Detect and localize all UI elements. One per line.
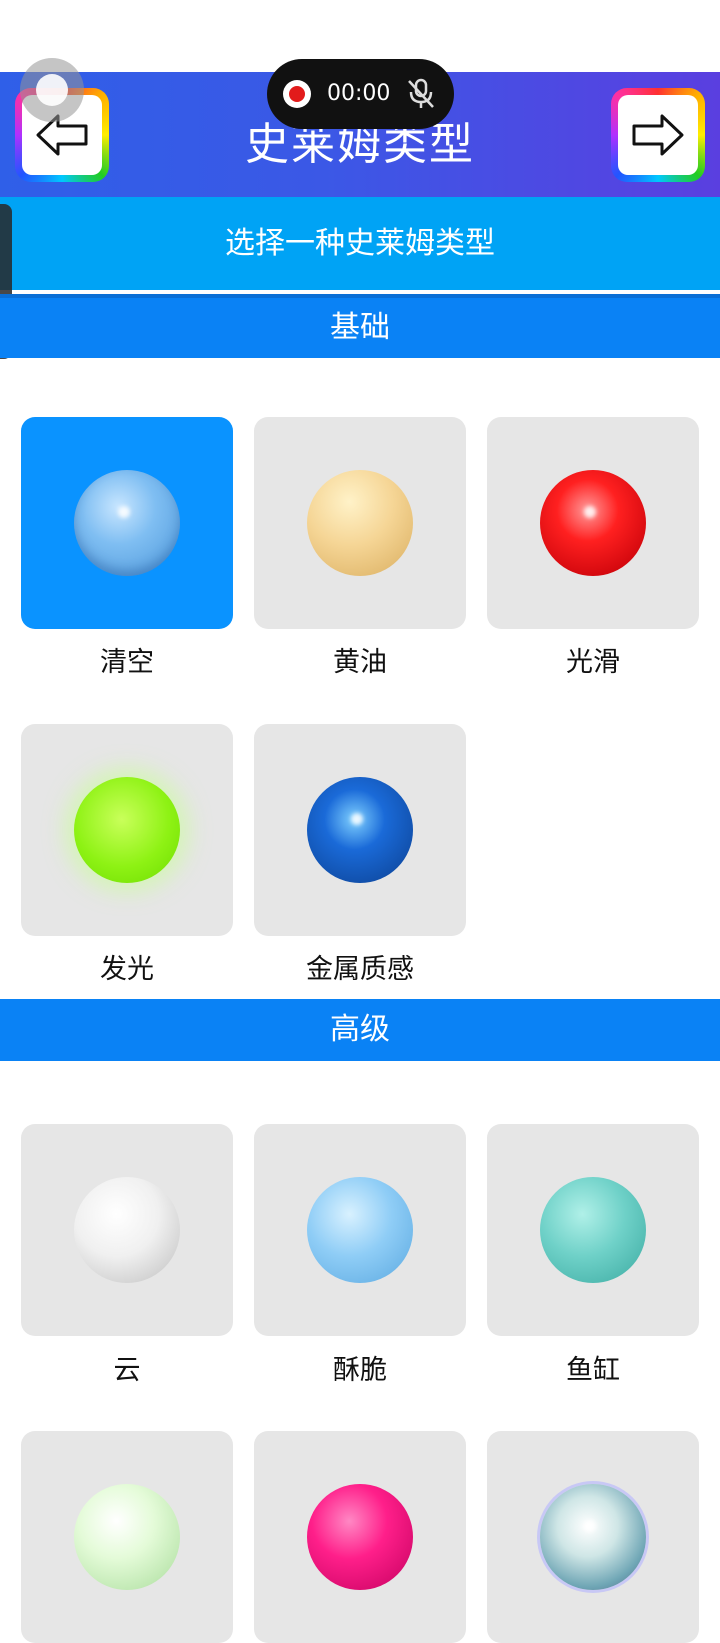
arrow-right-icon (632, 114, 684, 156)
record-icon (283, 80, 311, 108)
mic-off-icon[interactable] (405, 77, 437, 111)
glitter-sphere-icon (307, 1484, 413, 1590)
subtitle-bar: 选择一种史莱姆类型 (0, 197, 720, 290)
slime-type-label: 清空 (100, 647, 154, 678)
slime-type-tile[interactable] (254, 1124, 466, 1336)
screen-recording-pill[interactable]: 00:00 (267, 59, 454, 129)
butter-sphere-icon (307, 470, 413, 576)
bubble-sphere-icon (540, 1484, 646, 1590)
glossy-sphere-icon (540, 470, 646, 576)
aquarium-sphere-icon (540, 1177, 646, 1283)
slime-type-tile[interactable] (487, 417, 699, 629)
slime-type-label: 酥脆 (333, 1355, 387, 1386)
slime-type-tile[interactable] (21, 1124, 233, 1336)
slime-type-tile[interactable] (21, 1431, 233, 1643)
crunchy-sphere-icon (307, 1177, 413, 1283)
slime-type-label: 鱼缸 (566, 1355, 620, 1386)
slime-type-tile[interactable] (254, 417, 466, 629)
metal-sphere-icon (307, 777, 413, 883)
mint-sphere-icon (74, 1484, 180, 1590)
clear-sphere-icon (74, 470, 180, 576)
cloud-sphere-icon (74, 1177, 180, 1283)
section-header-advanced: 高级 (0, 999, 720, 1061)
slime-type-label: 发光 (100, 954, 154, 985)
slime-type-label: 云 (113, 1355, 141, 1386)
slime-type-label: 黄油 (333, 647, 387, 678)
slime-type-tile[interactable] (487, 1124, 699, 1336)
glow-sphere-icon (74, 777, 180, 883)
slime-type-tile[interactable] (254, 1431, 466, 1643)
next-button[interactable] (611, 88, 705, 182)
slime-type-label: 光滑 (566, 647, 620, 678)
slime-type-tile[interactable] (254, 724, 466, 936)
section-header-basic: 基础 (0, 294, 720, 358)
floating-assist-button[interactable] (20, 58, 84, 122)
slime-type-label: 金属质感 (306, 954, 414, 985)
slime-type-tile[interactable] (21, 724, 233, 936)
slime-type-tile[interactable] (487, 1431, 699, 1643)
recording-time: 00:00 (327, 81, 391, 106)
slime-type-tile[interactable] (21, 417, 233, 629)
